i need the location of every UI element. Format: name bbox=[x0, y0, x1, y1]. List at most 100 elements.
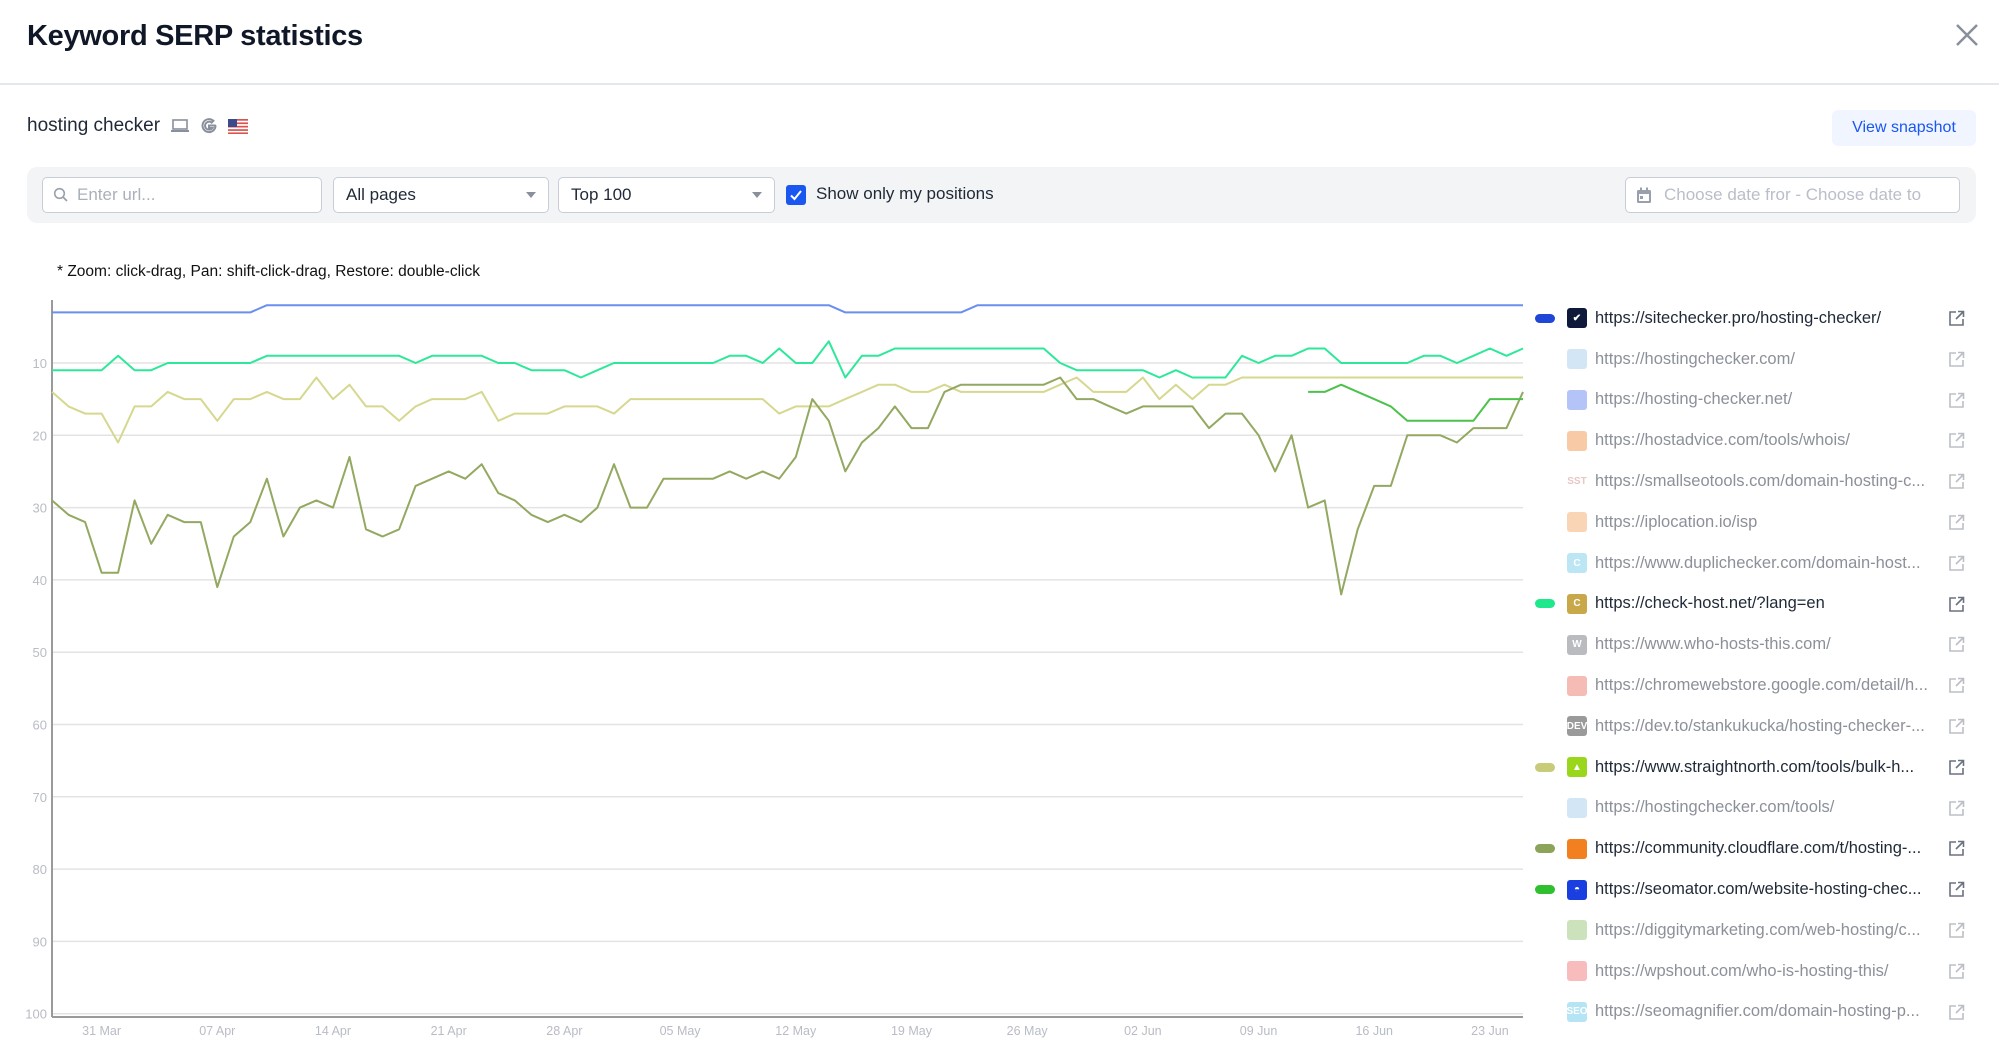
seomator-icon: ◓ bbox=[1567, 879, 1587, 900]
iplocation-icon bbox=[1567, 512, 1587, 533]
series-color-swatch bbox=[1535, 355, 1555, 364]
legend-item[interactable]: https://wpshout.com/who-is-hosting-this/ bbox=[1535, 951, 1975, 992]
x-tick-label: 02 Jun bbox=[1124, 1024, 1162, 1038]
series-line-0 bbox=[52, 304, 1523, 314]
y-tick-label: 60 bbox=[33, 718, 47, 733]
y-tick-label: 10 bbox=[33, 356, 47, 371]
series-color-swatch bbox=[1535, 599, 1555, 609]
legend-item[interactable]: SEO https://seomagnifier.com/domain-hosti… bbox=[1535, 992, 1975, 1033]
legend-url[interactable]: https://seomator.com/website-hosting-che… bbox=[1595, 880, 1943, 899]
legend-item[interactable]: https://community.cloudflare.com/t/hosti… bbox=[1535, 828, 1975, 869]
legend-url[interactable]: https://wpshout.com/who-is-hosting-this/ bbox=[1595, 962, 1943, 981]
legend-url[interactable]: https://diggitymarketing.com/web-hosting… bbox=[1595, 921, 1943, 940]
legend-item[interactable]: ✔ https://sitechecker.pro/hosting-checker… bbox=[1535, 298, 1975, 339]
series-color-swatch bbox=[1535, 559, 1555, 568]
series-color-swatch bbox=[1535, 477, 1555, 486]
y-tick-label: 80 bbox=[33, 862, 47, 877]
legend-url[interactable]: https://sitechecker.pro/hosting-checker/ bbox=[1595, 309, 1943, 328]
external-link-icon[interactable] bbox=[1948, 1004, 1965, 1021]
sitechecker-icon: ✔ bbox=[1567, 308, 1587, 329]
duplichecker-icon: C bbox=[1567, 553, 1587, 574]
external-link-icon[interactable] bbox=[1948, 636, 1965, 653]
serp-position-chart[interactable]: 10 20 30 40 50 60 70 80 90 100 31 Mar 07 Apr 14 Apr 2… bbox=[0, 0, 1530, 1052]
y-tick-label: 30 bbox=[33, 501, 47, 516]
legend-item[interactable]: https://iplocation.io/isp bbox=[1535, 502, 1975, 543]
legend-item[interactable]: Whttps://www.who-hosts-this.com/ bbox=[1535, 624, 1975, 665]
legend-url[interactable]: https://hosting-checker.net/ bbox=[1595, 390, 1943, 409]
x-tick-label: 28 Apr bbox=[546, 1024, 582, 1038]
x-tick-label: 23 Jun bbox=[1471, 1024, 1509, 1038]
external-link-icon[interactable] bbox=[1948, 392, 1965, 409]
x-tick-label: 09 Jun bbox=[1240, 1024, 1278, 1038]
legend-url[interactable]: https://www.who-hosts-this.com/ bbox=[1595, 635, 1943, 654]
legend-item[interactable]: DEV https://dev.to/stankukucka/hosting-ch… bbox=[1535, 706, 1975, 747]
legend-url[interactable]: https://smallseotools.com/domain-hosting… bbox=[1595, 472, 1943, 491]
series-color-swatch bbox=[1535, 395, 1555, 404]
external-link-icon[interactable] bbox=[1948, 840, 1965, 857]
y-tick-label: 40 bbox=[33, 573, 47, 588]
external-link-icon[interactable] bbox=[1948, 759, 1965, 776]
legend-item[interactable]: https://diggitymarketing.com/web-hosting… bbox=[1535, 910, 1975, 951]
external-link-icon[interactable] bbox=[1948, 963, 1965, 980]
series-line-4 bbox=[1308, 383, 1523, 422]
view-snapshot-button[interactable]: View snapshot bbox=[1832, 110, 1976, 146]
external-link-icon[interactable] bbox=[1948, 596, 1965, 613]
date-range-picker[interactable]: Choose date fror - Choose date to bbox=[1625, 177, 1960, 213]
wpshout-icon bbox=[1567, 961, 1587, 982]
legend-item[interactable]: https://hosting-checker.net/ bbox=[1535, 380, 1975, 421]
external-link-icon[interactable] bbox=[1948, 473, 1965, 490]
legend-item[interactable]: SST https://smallseotools.com/domain-host… bbox=[1535, 461, 1975, 502]
diggitymarketing-icon bbox=[1567, 920, 1587, 941]
legend-url[interactable]: https://www.duplichecker.com/domain-host… bbox=[1595, 554, 1943, 573]
legend-item[interactable]: Chttps://www.duplichecker.com/domain-hos… bbox=[1535, 543, 1975, 584]
hostingchecker-icon bbox=[1567, 349, 1587, 370]
legend-item[interactable]: ▲ https://www.straightnorth.com/tools/bul… bbox=[1535, 747, 1975, 788]
legend-url[interactable]: https://www.straightnorth.com/tools/bulk… bbox=[1595, 758, 1943, 777]
external-link-icon[interactable] bbox=[1948, 351, 1965, 368]
y-tick-label: 20 bbox=[33, 428, 47, 443]
legend-url[interactable]: https://community.cloudflare.com/t/hosti… bbox=[1595, 839, 1943, 858]
y-tick-label: 70 bbox=[33, 790, 47, 805]
legend-url[interactable]: https://hostingchecker.com/tools/ bbox=[1595, 798, 1943, 817]
legend-url[interactable]: https://seomagnifier.com/domain-hosting-… bbox=[1595, 1002, 1943, 1021]
x-tick-label: 26 May bbox=[1007, 1024, 1049, 1038]
legend-url[interactable]: https://check-host.net/?lang=en bbox=[1595, 594, 1943, 613]
legend-item[interactable]: https://hostingchecker.com/tools/ bbox=[1535, 788, 1975, 829]
hosting-checker-net-icon bbox=[1567, 389, 1587, 410]
y-tick-label: 90 bbox=[33, 934, 47, 949]
x-tick-label: 31 Mar bbox=[82, 1024, 121, 1038]
series-color-swatch bbox=[1535, 1007, 1555, 1016]
close-icon[interactable] bbox=[1952, 20, 1982, 50]
x-tick-label: 14 Apr bbox=[315, 1024, 351, 1038]
external-link-icon[interactable] bbox=[1948, 555, 1965, 572]
external-link-icon[interactable] bbox=[1948, 514, 1965, 531]
series-color-swatch bbox=[1535, 681, 1555, 690]
series-color-swatch bbox=[1535, 844, 1555, 854]
smallseotools-icon: SST bbox=[1567, 471, 1587, 492]
dev-to-icon: DEV bbox=[1567, 716, 1587, 737]
legend-url[interactable]: https://chromewebstore.google.com/detail… bbox=[1595, 676, 1943, 695]
external-link-icon[interactable] bbox=[1948, 432, 1965, 449]
cloudflare-icon bbox=[1567, 838, 1587, 859]
external-link-icon[interactable] bbox=[1948, 922, 1965, 939]
legend-item[interactable]: https://hostingchecker.com/ bbox=[1535, 339, 1975, 380]
legend-url[interactable]: https://hostingchecker.com/ bbox=[1595, 350, 1943, 369]
legend-item[interactable]: Chttps://check-host.net/?lang=en bbox=[1535, 584, 1975, 625]
legend-url[interactable]: https://dev.to/stankukucka/hosting-check… bbox=[1595, 717, 1943, 736]
x-tick-label: 21 Apr bbox=[431, 1024, 467, 1038]
series-color-swatch bbox=[1535, 885, 1555, 895]
who-hosts-this-icon: W bbox=[1567, 634, 1587, 655]
legend-url[interactable]: https://iplocation.io/isp bbox=[1595, 513, 1943, 532]
legend-url[interactable]: https://hostadvice.com/tools/whois/ bbox=[1595, 431, 1943, 450]
external-link-icon[interactable] bbox=[1948, 310, 1965, 327]
legend-item[interactable]: https://chromewebstore.google.com/detail… bbox=[1535, 665, 1975, 706]
external-link-icon[interactable] bbox=[1948, 677, 1965, 694]
legend-item[interactable]: ◓ https://seomator.com/website-hosting-ch… bbox=[1535, 869, 1975, 910]
legend-item[interactable]: https://hostadvice.com/tools/whois/ bbox=[1535, 420, 1975, 461]
external-link-icon[interactable] bbox=[1948, 881, 1965, 898]
hostingchecker-icon bbox=[1567, 797, 1587, 818]
x-tick-label: 07 Apr bbox=[199, 1024, 235, 1038]
x-tick-label: 19 May bbox=[891, 1024, 933, 1038]
external-link-icon[interactable] bbox=[1948, 718, 1965, 735]
external-link-icon[interactable] bbox=[1948, 800, 1965, 817]
